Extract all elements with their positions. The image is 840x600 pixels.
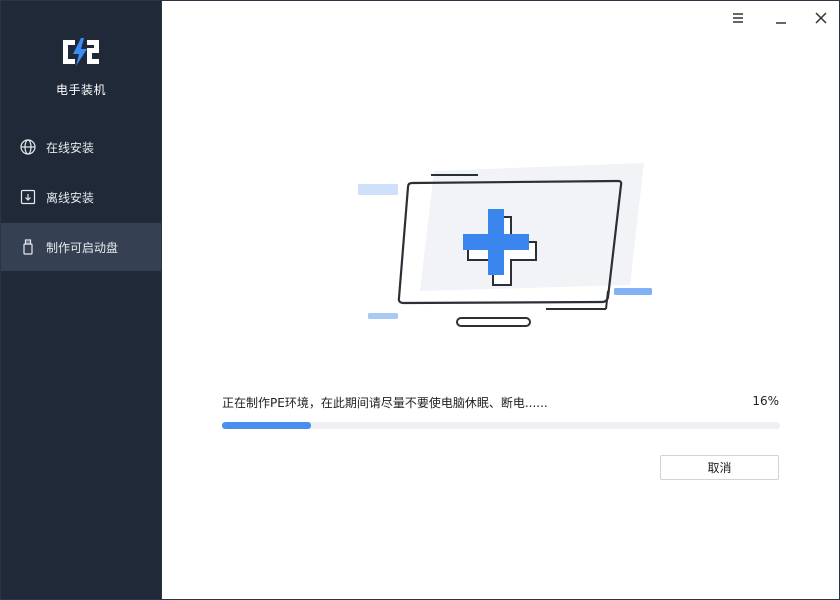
lightning-c-logo-icon	[63, 38, 99, 66]
minimize-button[interactable]	[770, 7, 792, 29]
globe-icon	[19, 138, 37, 156]
bootable-disk-illustration	[358, 163, 652, 327]
progress-bar-fill	[222, 422, 312, 429]
sidebar-nav: 在线安装 离线安装 制作可启动盘	[1, 123, 161, 271]
decor-bar	[614, 288, 652, 295]
sidebar-item-make-bootable-disk[interactable]: 制作可启动盘	[1, 223, 161, 271]
decor-bar	[358, 184, 398, 195]
usb-drive-icon	[19, 238, 37, 256]
sidebar-item-online-install[interactable]: 在线安装	[1, 123, 161, 171]
sidebar: 电手装机 在线安装 离线安装 制作可启动盘	[1, 1, 162, 599]
close-button[interactable]	[810, 7, 832, 29]
monitor-stand	[456, 317, 531, 327]
sidebar-item-offline-install[interactable]: 离线安装	[1, 173, 161, 221]
menu-icon	[733, 13, 743, 23]
sidebar-item-label: 离线安装	[46, 190, 95, 205]
main-panel: 正在制作PE环境，在此期间请尽量不要使电脑休眠、断电...... 16% 取消	[162, 1, 839, 599]
menu-button[interactable]	[727, 7, 749, 29]
minimize-icon	[776, 22, 786, 24]
brand: 电手装机	[1, 37, 161, 98]
sidebar-item-label: 在线安装	[46, 140, 95, 155]
app-window: 电手装机 在线安装 离线安装 制作可启动盘 正在制作PE环境，在此期间请尽量不要…	[0, 0, 840, 600]
decor-bar	[368, 313, 398, 319]
close-icon	[815, 12, 827, 24]
progress-bar	[222, 422, 780, 429]
download-box-icon	[19, 188, 37, 206]
sidebar-item-label: 制作可启动盘	[46, 240, 119, 255]
progress-message: 正在制作PE环境，在此期间请尽量不要使电脑休眠、断电......	[222, 396, 548, 410]
app-title: 电手装机	[55, 83, 106, 97]
progress-percent: 16%	[752, 394, 779, 408]
cancel-button[interactable]: 取消	[660, 455, 779, 480]
